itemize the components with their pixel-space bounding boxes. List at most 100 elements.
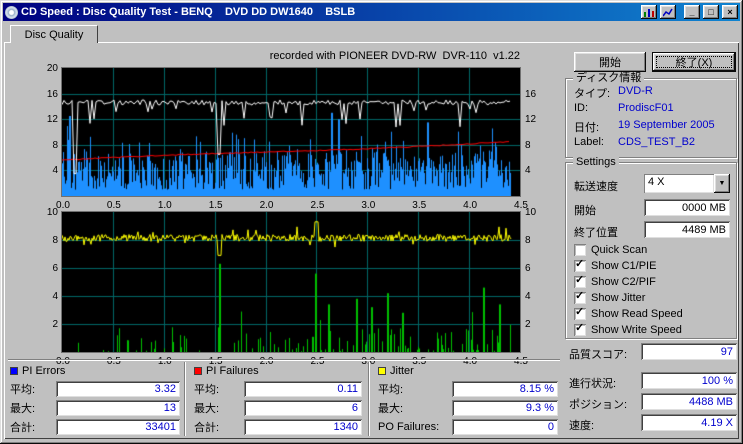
axis-tick-label: 8 xyxy=(34,235,58,247)
stat-value: 0 xyxy=(452,419,558,435)
axis-tick-label: 2 xyxy=(525,319,549,331)
stats-separator-2 xyxy=(368,362,370,436)
checkbox-show-c1-pie[interactable]: ✓ Show C1/PIE xyxy=(574,259,656,272)
checkbox-box: ✓ xyxy=(574,260,586,272)
minimize-button[interactable]: _ xyxy=(684,5,700,19)
stat-value: 3.32 xyxy=(56,381,180,397)
stat-value: 9.3 % xyxy=(452,400,558,416)
checkbox-label: Show Write Speed xyxy=(591,324,682,336)
bar-chart-icon xyxy=(644,8,654,17)
stat-row: 最大: 6 xyxy=(194,399,362,416)
stats-separator-horizontal xyxy=(8,359,560,361)
disc-info-group-title: ディスク情報 xyxy=(573,72,644,85)
axis-tick-label: 16 xyxy=(34,89,58,101)
jitter-title: Jitter xyxy=(390,365,414,377)
titlebar: CD Speed : Disc Quality Test - BENQ DVD … xyxy=(3,3,740,21)
stat-label: 平均: xyxy=(10,381,56,397)
stat-value: 33401 xyxy=(56,419,180,435)
checkbox-box: ✓ xyxy=(574,324,586,336)
transfer-speed-select[interactable]: 4 X ▼ xyxy=(644,174,730,193)
checkbox-label: Show C1/PIE xyxy=(591,260,656,272)
pi-errors-chart-frame xyxy=(61,67,521,197)
check-icon: ✓ xyxy=(575,321,584,334)
disc-date-label: 日付: xyxy=(574,119,616,135)
stat-row: 合計: 33401 xyxy=(10,418,180,435)
data-view-button[interactable] xyxy=(660,5,676,19)
speed-label: 速度: xyxy=(569,417,594,433)
pi-failures-title: PI Failures xyxy=(206,365,259,377)
stats-separator-1 xyxy=(184,362,186,436)
exit-button[interactable]: 終了(X) xyxy=(652,52,736,72)
checkbox-label: Quick Scan xyxy=(591,244,647,256)
stats-pi-errors: PI Errors 平均: 3.32 最大: 13 合計: 33401 xyxy=(10,364,180,436)
close-button[interactable]: × xyxy=(722,5,738,19)
axis-tick-label: 8 xyxy=(525,140,549,152)
checkbox-box: ✓ xyxy=(574,308,586,320)
disc-label-value: CDS_TEST_B2 xyxy=(618,136,730,148)
progress-label: 進行状況: xyxy=(569,375,616,391)
start-position-field[interactable]: 0000 MB xyxy=(644,199,730,216)
start-button[interactable]: 開始 xyxy=(574,52,646,72)
checkbox-label: Show Read Speed xyxy=(591,308,683,320)
stat-row: 合計: 1340 xyxy=(194,418,362,435)
axis-tick-label: 4 xyxy=(34,165,58,177)
disc-id-label: ID: xyxy=(574,102,616,114)
line-chart-icon xyxy=(663,8,673,17)
jitter-legend-icon xyxy=(378,367,386,375)
stat-label: 合計: xyxy=(194,419,244,435)
check-icon: ✓ xyxy=(575,289,584,302)
main-panel: recorded with PIONEER DVD-RW DVR-110 v1.… xyxy=(4,42,739,439)
transfer-speed-label: 転送速度 xyxy=(574,178,618,194)
pi-failures-legend-icon xyxy=(194,367,202,375)
speed-field: 4.19 X xyxy=(641,414,737,431)
graph-view-button[interactable] xyxy=(641,5,657,19)
checkbox-show-read-speed[interactable]: ✓ Show Read Speed xyxy=(574,307,683,320)
axis-tick-label: 4 xyxy=(34,291,58,303)
checkbox-show-jitter[interactable]: ✓ Show Jitter xyxy=(574,291,645,304)
settings-group-title: Settings xyxy=(573,156,619,169)
position-label: ポジション: xyxy=(569,396,627,412)
stat-row: 平均: 0.11 xyxy=(194,380,362,397)
stat-value: 8.15 % xyxy=(452,381,558,397)
stat-value: 13 xyxy=(56,400,180,416)
axis-tick-label: 8 xyxy=(34,140,58,152)
axis-tick-label: 2 xyxy=(34,319,58,331)
check-icon: ✓ xyxy=(575,305,584,318)
axis-tick-label: 6 xyxy=(525,263,549,275)
end-position-label: 終了位置 xyxy=(574,224,618,240)
axis-tick-label: 10 xyxy=(525,207,549,219)
pi-errors-legend-icon xyxy=(10,367,18,375)
axis-tick-label: 4 xyxy=(525,165,549,177)
check-icon: ✓ xyxy=(575,257,584,270)
stat-row: 最大: 9.3 % xyxy=(378,399,558,416)
disc-date-value: 19 September 2005 xyxy=(618,119,730,131)
axis-tick-label: 4 xyxy=(525,291,549,303)
settings-group: Settings 転送速度 4 X ▼ 開始 0000 MB 終了位置 4489… xyxy=(565,162,737,339)
checkbox-quick-scan[interactable]: ✓ Quick Scan xyxy=(574,243,647,256)
app-disc-icon xyxy=(5,6,18,19)
axis-tick-label: 20 xyxy=(34,63,58,75)
stat-value: 6 xyxy=(244,400,362,416)
start-position-label: 開始 xyxy=(574,202,596,218)
checkbox-show-write-speed[interactable]: ✓ Show Write Speed xyxy=(574,323,682,336)
stat-row: 最大: 13 xyxy=(10,399,180,416)
pi-failures-jitter-chart-canvas xyxy=(62,212,520,352)
progress-field: 100 % xyxy=(641,372,737,389)
stats-pi-failures: PI Failures 平均: 0.11 最大: 6 合計: 1340 xyxy=(194,364,362,436)
checkbox-box: ✓ xyxy=(574,276,586,288)
pi-failures-jitter-chart-frame xyxy=(61,211,521,353)
transfer-speed-value: 4 X xyxy=(644,174,714,193)
maximize-button[interactable]: □ xyxy=(703,5,719,19)
app-window: CD Speed : Disc Quality Test - BENQ DVD … xyxy=(0,0,743,444)
chevron-down-icon[interactable]: ▼ xyxy=(714,174,730,193)
axis-tick-label: 12 xyxy=(34,114,58,126)
stat-row: PO Failures: 0 xyxy=(378,418,558,435)
stat-value: 1340 xyxy=(244,419,362,435)
checkbox-show-c2-pif[interactable]: ✓ Show C2/PIF xyxy=(574,275,656,288)
stat-label: 合計: xyxy=(10,419,56,435)
recorded-note: recorded with PIONEER DVD-RW DVR-110 v1.… xyxy=(62,50,520,62)
disc-type-label: タイプ: xyxy=(574,85,616,101)
disc-type-value: DVD-R xyxy=(618,85,730,97)
tab-disc-quality[interactable]: Disc Quality xyxy=(10,25,98,43)
end-position-field[interactable]: 4489 MB xyxy=(644,221,730,238)
